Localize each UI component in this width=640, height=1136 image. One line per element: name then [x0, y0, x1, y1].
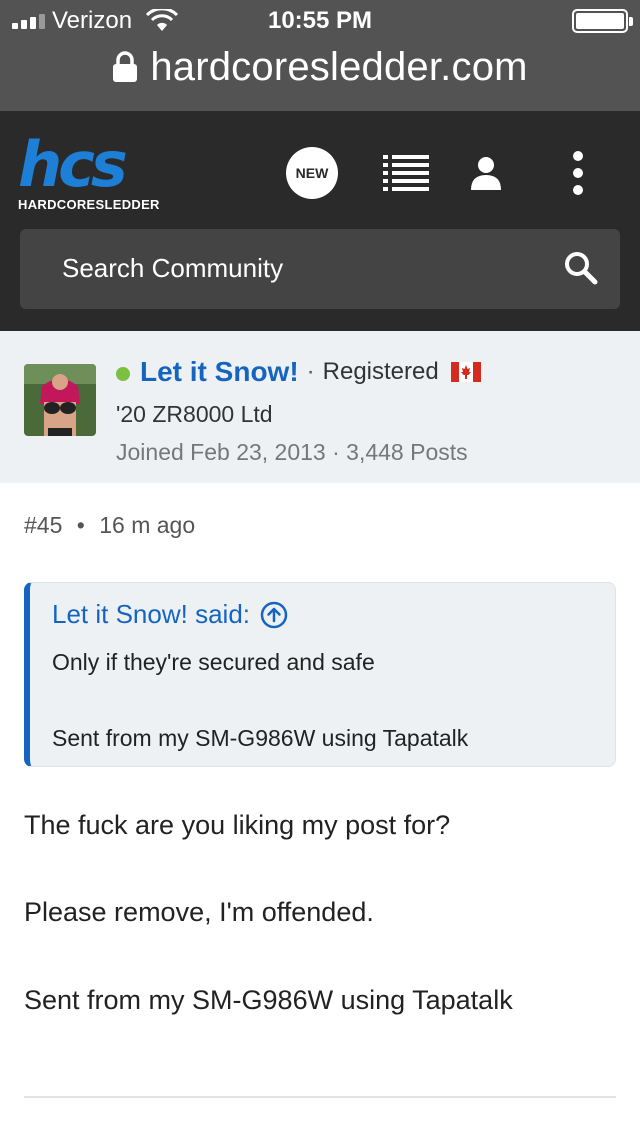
canada-flag-icon: [450, 362, 481, 382]
post-author-block: Let it Snow! · Registered '20 ZR8000 Ltd…: [0, 331, 640, 483]
quote-block: Let it Snow! said: Only if they're secur…: [24, 582, 616, 767]
account-button[interactable]: [460, 147, 512, 199]
quote-author-link[interactable]: Let it Snow! said:: [52, 599, 250, 630]
online-status-icon: [116, 367, 130, 381]
site-logo[interactable]: hcs HARDCORESLEDDER: [18, 128, 168, 215]
logo-mark: hcs: [18, 128, 128, 201]
list-icon: [383, 155, 429, 191]
divider: [24, 1096, 616, 1098]
quote-text: Only if they're secured and safe: [52, 649, 375, 675]
search-placeholder: Search Community: [62, 253, 284, 283]
browser-chrome: Verizon 10:55 PM hardcoresledder.com: [0, 0, 640, 111]
post-body-line: Please remove, I'm offended.: [24, 897, 374, 927]
lock-icon: [113, 51, 138, 82]
site-header: hcs HARDCORESLEDDER NEW Search Community: [0, 111, 640, 331]
search-input[interactable]: Search Community: [20, 229, 620, 309]
author-line: Let it Snow! · Registered: [116, 356, 481, 388]
author-sled: '20 ZR8000 Ltd: [116, 401, 273, 427]
user-icon: [471, 157, 501, 190]
post-signature: Sent from my SM-G986W using Tapatalk: [24, 985, 513, 1015]
status-bar: Verizon 10:55 PM: [0, 0, 640, 40]
more-button[interactable]: [552, 147, 604, 199]
more-vertical-icon: [573, 151, 583, 195]
author-join-info: Joined Feb 23, 2013 · 3,448 Posts: [116, 439, 468, 465]
list-menu-button[interactable]: [380, 147, 432, 199]
post-age: 16 m ago: [99, 512, 196, 538]
search-icon[interactable]: [564, 251, 598, 285]
jump-to-quote-icon[interactable]: [260, 601, 288, 629]
avatar[interactable]: [24, 364, 96, 436]
url-text: hardcoresledder.com: [150, 44, 528, 89]
clock: 10:55 PM: [267, 7, 373, 34]
meta-bullet: •: [76, 512, 85, 538]
battery-icon: [572, 9, 633, 33]
quote-header[interactable]: Let it Snow! said:: [52, 599, 288, 630]
new-posts-button[interactable]: NEW: [286, 147, 338, 199]
separator: ·: [306, 358, 315, 385]
author-name-link[interactable]: Let it Snow!: [140, 356, 299, 388]
quote-signature: Sent from my SM-G986W using Tapatalk: [52, 725, 469, 751]
post-body-line: The fuck are you liking my post for?: [24, 810, 451, 840]
user-role: Registered: [322, 358, 439, 385]
post-meta: #45 • 16 m ago: [24, 512, 195, 539]
address-bar[interactable]: hardcoresledder.com: [0, 42, 640, 92]
avatar-image: [24, 364, 96, 436]
post-number[interactable]: #45: [24, 512, 62, 538]
logo-wordmark: HARDCORESLEDDER: [18, 197, 160, 212]
